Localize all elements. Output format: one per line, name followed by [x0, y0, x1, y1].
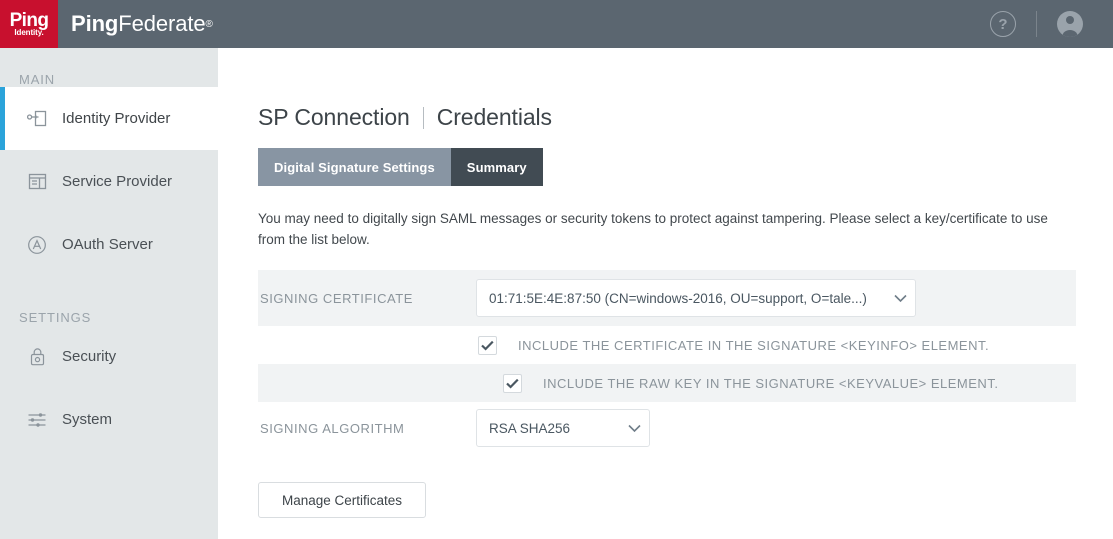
header-actions: ? — [980, 0, 1113, 48]
page-title-secondary: Credentials — [436, 104, 552, 130]
signing-certificate-select[interactable]: 01:71:5E:4E:87:50 (CN=windows-2016, OU=s… — [476, 279, 916, 317]
lock-icon — [26, 346, 48, 368]
include-raw-key-checkbox[interactable] — [503, 373, 522, 393]
brand-registered-mark: ® — [205, 18, 213, 30]
product-brand: Ping Federate ® — [71, 0, 213, 48]
tab-bar: Digital Signature Settings Summary — [258, 148, 1113, 186]
sidebar-group-label-main: MAIN — [19, 72, 56, 87]
sidebar-item-security[interactable]: Security — [0, 325, 218, 388]
form-row-signing-certificate: SIGNING CERTIFICATE 01:71:5E:4E:87:50 (C… — [258, 270, 1076, 326]
checkmark-icon — [506, 378, 519, 389]
manage-certificates-button[interactable]: Manage Certificates — [258, 482, 426, 518]
help-glyph: ? — [998, 15, 1008, 33]
page-title: SP Connection Credentials — [258, 104, 1113, 131]
signing-algorithm-label: SIGNING ALGORITHM — [260, 420, 405, 436]
brand-light-text: Federate — [118, 11, 206, 36]
identity-provider-icon — [26, 108, 48, 130]
page-title-separator — [422, 106, 424, 129]
sliders-icon — [26, 409, 48, 431]
brand-bold-text: Ping — [71, 11, 119, 36]
app-header: Ping Identity. Ping Federate ® ? — [0, 0, 1113, 48]
chevron-down-icon — [619, 424, 649, 433]
tab-digital-signature-settings[interactable]: Digital Signature Settings — [258, 148, 451, 186]
sidebar-item-system[interactable]: System — [0, 388, 218, 451]
sidebar-item-label: OAuth Server — [62, 236, 153, 253]
tab-summary[interactable]: Summary — [450, 148, 543, 186]
intro-text: You may need to digitally sign SAML mess… — [258, 211, 1048, 247]
help-circle-icon[interactable]: ? — [990, 11, 1016, 37]
sidebar-item-identity-provider[interactable]: Identity Provider — [0, 87, 250, 150]
form-row-include-raw-key: INCLUDE THE RAW KEY IN THE SIGNATURE <KE… — [258, 364, 1076, 402]
sidebar-item-service-provider[interactable]: Service Provider — [0, 150, 218, 213]
header-divider — [1036, 11, 1037, 37]
form-row-include-certificate: INCLUDE THE CERTIFICATE IN THE SIGNATURE… — [258, 326, 1076, 364]
sidebar-item-label: Identity Provider — [62, 110, 171, 127]
signing-algorithm-select[interactable]: RSA SHA256 — [476, 409, 650, 447]
ping-identity-logo[interactable]: Ping Identity. — [0, 0, 58, 48]
logo-ping-text: Ping — [9, 10, 49, 31]
sidebar-item-oauth-server[interactable]: OAuth Server — [0, 213, 218, 276]
logo-identity-text: Identity. — [14, 28, 44, 37]
sidebar: MAIN Identity Provider Service Provider … — [0, 48, 250, 539]
checkmark-icon — [481, 340, 494, 351]
include-certificate-checkbox[interactable] — [478, 335, 497, 355]
page-title-primary: SP Connection — [258, 104, 410, 130]
sidebar-item-label: System — [62, 411, 113, 428]
signing-certificate-label: SIGNING CERTIFICATE — [260, 290, 413, 306]
signing-algorithm-value: RSA SHA256 — [489, 420, 571, 436]
signing-certificate-value: 01:71:5E:4E:87:50 (CN=windows-2016, OU=s… — [489, 290, 867, 306]
oauth-server-icon — [26, 234, 48, 256]
chevron-down-icon — [885, 294, 915, 303]
form-row-signing-algorithm: SIGNING ALGORITHM RSA SHA256 — [258, 402, 1076, 454]
service-provider-icon — [26, 171, 48, 193]
credentials-form: SIGNING CERTIFICATE 01:71:5E:4E:87:50 (C… — [258, 270, 1076, 454]
sidebar-group-label-settings: SETTINGS — [19, 310, 92, 325]
user-avatar-icon[interactable] — [1057, 11, 1083, 37]
include-certificate-label: INCLUDE THE CERTIFICATE IN THE SIGNATURE… — [518, 337, 990, 353]
main-content: SP Connection Credentials Digital Signat… — [218, 48, 1113, 539]
sidebar-item-label: Service Provider — [62, 173, 173, 190]
include-raw-key-label: INCLUDE THE RAW KEY IN THE SIGNATURE <KE… — [543, 375, 999, 391]
sidebar-item-label: Security — [62, 348, 117, 365]
